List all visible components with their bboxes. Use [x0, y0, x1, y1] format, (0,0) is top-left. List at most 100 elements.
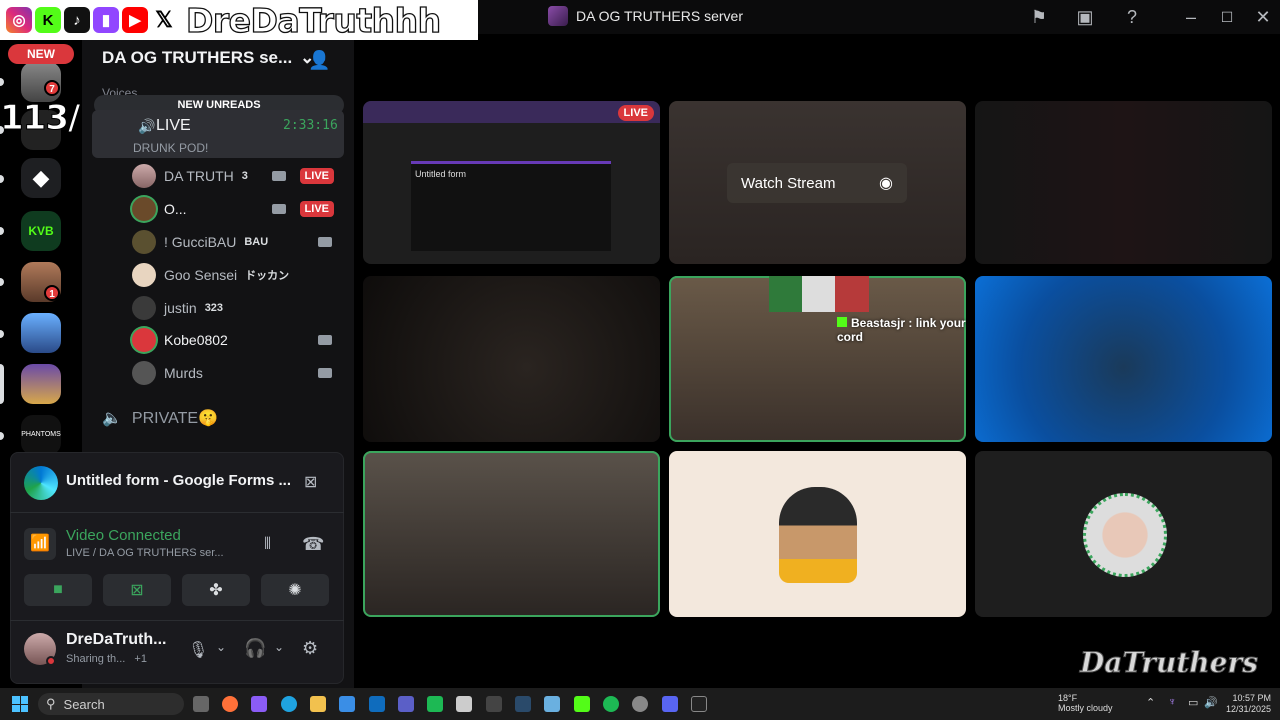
user-name: O...	[164, 201, 187, 217]
x-icon: 𝕏	[151, 7, 177, 33]
server-name-header[interactable]: DA OG TRUTHERS se... ⌄	[102, 48, 314, 68]
chevron-down-icon[interactable]: ⌄	[216, 640, 226, 654]
user-status: Sharing th... +1	[66, 653, 147, 665]
status-dot	[46, 656, 56, 666]
app-icon-gray[interactable]	[486, 696, 502, 712]
voice-channel-private[interactable]: 🔈 PRIVATE🤫	[102, 408, 218, 428]
stream-tile-form[interactable]: Untitled form LIVE	[363, 101, 660, 264]
user-name: DA TRUTH	[164, 168, 234, 184]
camera-icon	[272, 204, 286, 214]
windows-start-icon[interactable]	[12, 696, 28, 712]
gear-icon[interactable]: ⚙	[302, 638, 318, 659]
app-icon-blue[interactable]	[515, 696, 531, 712]
streamer-overlay: ◎ K ♪ ▮ ▶ 𝕏 DreDaTruthhh	[0, 0, 478, 40]
spotify-icon[interactable]	[603, 696, 619, 712]
soundboard-button[interactable]: ✺	[261, 574, 329, 606]
kick-app-icon[interactable]	[574, 696, 590, 712]
clock[interactable]: 10:57 PM 12/31/2025	[1226, 693, 1271, 715]
user-name: Goo Sensei	[164, 267, 238, 283]
voice-user[interactable]: Murds	[132, 360, 342, 386]
clock-date: 12/31/2025	[1226, 704, 1272, 714]
voice-user[interactable]: Goo Sensei ドッカン	[132, 262, 342, 288]
voice-user[interactable]: O... LIVE	[132, 196, 342, 222]
close-icon[interactable]: ✕	[1252, 6, 1274, 28]
invite-icon[interactable]: 👤	[308, 50, 330, 71]
watch-stream-button[interactable]: Watch Stream ◉	[727, 163, 907, 203]
twitch-icon: ▮	[93, 7, 119, 33]
avatar	[132, 230, 156, 254]
app-icon-white[interactable]	[456, 696, 472, 712]
firefox-icon[interactable]	[222, 696, 238, 712]
connection-channel[interactable]: LIVE / DA OG TRUTHERS ser...	[66, 547, 224, 559]
task-view-icon[interactable]	[193, 696, 209, 712]
help-icon[interactable]: ?	[1121, 6, 1143, 28]
store-icon[interactable]	[339, 696, 355, 712]
tiktok-icon: ♪	[64, 7, 90, 33]
voice-user[interactable]: Kobe0802	[132, 327, 342, 353]
volume-icon[interactable]: 🔊	[1204, 696, 1218, 709]
activities-button[interactable]: ✤	[182, 574, 250, 606]
channel-name: PRIVATE🤫	[131, 410, 218, 427]
server-icon-kvb[interactable]: KVB	[21, 211, 61, 251]
avatar	[132, 197, 156, 221]
weather-widget[interactable]: 18°F Mostly cloudy	[1058, 693, 1113, 713]
server-icon-7[interactable]	[21, 364, 61, 404]
chat-overlay: Beastasjr : link your cord	[837, 316, 966, 344]
connection-status[interactable]: Video Connected	[66, 527, 181, 544]
stream-tile-watch[interactable]: Watch Stream ◉	[669, 101, 966, 264]
network-icon[interactable]: ▭	[1188, 696, 1198, 709]
user-name[interactable]: DreDaTruth...	[66, 631, 166, 649]
signal-icon[interactable]: 📶	[24, 528, 56, 560]
noise-suppression-icon[interactable]: ⦀	[264, 536, 271, 554]
voice-user[interactable]: ! GucciBAU BAU	[132, 229, 342, 255]
user-status-text: Sharing th...	[66, 653, 126, 665]
tray-chevron-icon[interactable]: ⌃	[1146, 696, 1155, 709]
maximize-icon[interactable]: ☐	[1216, 6, 1238, 28]
avatar	[132, 361, 156, 385]
chevron-down-icon[interactable]: ⌄	[274, 640, 284, 654]
screen-share-icon: ⊠	[130, 582, 144, 599]
mic-icon[interactable]: 🎙	[188, 640, 208, 660]
obs-icon[interactable]	[632, 696, 648, 712]
teams-icon[interactable]	[398, 696, 414, 712]
headset-icon[interactable]: 🎧	[244, 638, 266, 659]
window-title: DA OG TRUTHERS server	[548, 6, 743, 26]
copilot-icon[interactable]	[251, 696, 267, 712]
voice-user[interactable]: justin 323	[132, 295, 342, 321]
outlook-icon[interactable]	[369, 696, 385, 712]
camera-button[interactable]: ■	[24, 574, 92, 606]
screen-share-button[interactable]: ⊠	[103, 574, 171, 606]
video-tile-4[interactable]	[363, 451, 660, 617]
avatar	[132, 328, 156, 352]
camera-icon	[318, 237, 332, 247]
avatar	[132, 164, 156, 188]
inbox-icon[interactable]: ▣	[1074, 6, 1096, 28]
photos-icon[interactable]	[544, 696, 560, 712]
stream-title[interactable]: Untitled form - Google Forms ...	[66, 472, 291, 489]
discord-icon[interactable]	[662, 696, 678, 712]
tray-mic-icon[interactable]: ♆	[1168, 696, 1176, 708]
voice-user[interactable]: DA TRUTH 3 LIVE	[132, 163, 342, 189]
flag-icon[interactable]: ⚑	[1028, 6, 1050, 28]
avatar-tile-2[interactable]	[975, 451, 1272, 617]
stream-tile-dark[interactable]	[975, 101, 1272, 264]
app-icon-green[interactable]	[427, 696, 443, 712]
epic-games-icon[interactable]	[691, 696, 707, 712]
kick-icon: K	[35, 7, 61, 33]
avatar-tile-1[interactable]	[669, 451, 966, 617]
youtube-icon: ▶	[122, 7, 148, 33]
taskbar-search[interactable]: ⚲ Search	[38, 693, 184, 715]
video-tile-2[interactable]: Beastasjr : link your cord	[669, 276, 966, 442]
file-explorer-icon[interactable]	[310, 696, 326, 712]
edge-icon[interactable]	[281, 696, 297, 712]
video-tile-3[interactable]	[975, 276, 1272, 442]
speaker-icon: 🔈	[102, 410, 122, 427]
minimize-icon[interactable]: –	[1180, 6, 1202, 28]
video-tile-1[interactable]	[363, 276, 660, 442]
server-icon-6[interactable]	[21, 313, 61, 353]
stop-stream-icon[interactable]: ⊠	[304, 472, 317, 492]
server-icon-8[interactable]: PHANTOMS	[21, 415, 61, 455]
disconnect-icon[interactable]: ☎	[302, 534, 324, 555]
server-icon-3[interactable]: ◆	[21, 158, 61, 198]
divider	[10, 512, 344, 513]
